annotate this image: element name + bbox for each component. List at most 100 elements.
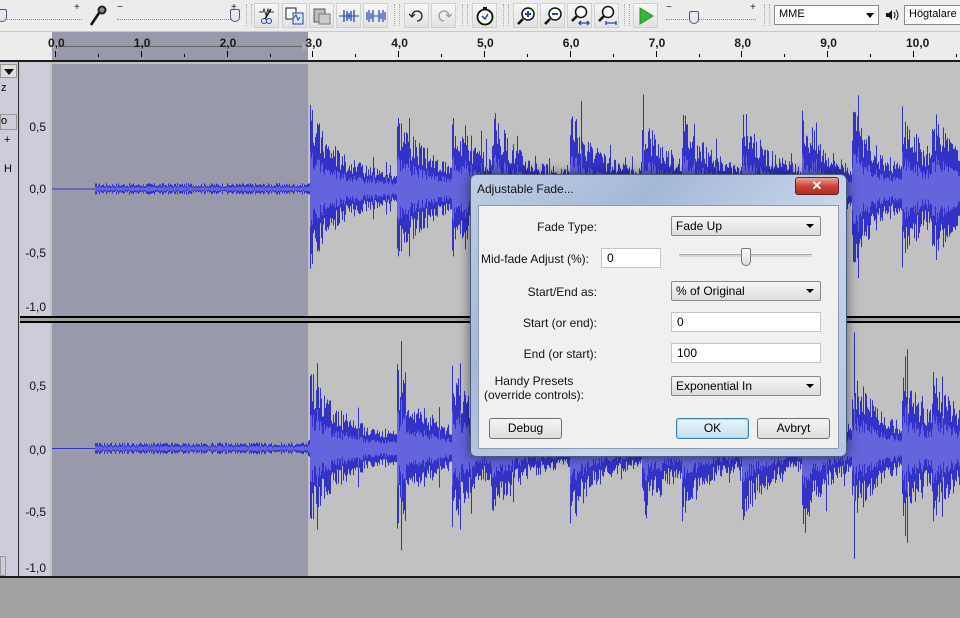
y-label: 0,0 xyxy=(29,443,46,457)
mid-fade-slider-thumb[interactable] xyxy=(740,248,751,266)
track-1-scale: 0,5 0,0 -0,5 -1,0 xyxy=(20,62,50,316)
mid-fade-label: Mid-fade Adjust (%): xyxy=(480,252,589,266)
output-device-select[interactable]: Högtalare xyxy=(904,5,960,25)
chevron-down-icon xyxy=(866,13,874,18)
redo-icon xyxy=(437,9,452,22)
audio-host-select[interactable]: MME xyxy=(774,5,879,25)
trim-button[interactable] xyxy=(336,3,361,28)
paste-button[interactable] xyxy=(309,3,334,28)
tracks-bottom-border xyxy=(0,576,960,578)
debug-button[interactable]: Debug xyxy=(489,418,562,439)
track-menu-button[interactable] xyxy=(0,64,17,78)
dialog-body: Fade Type: Fade Up Mid-fade Adjust (%): … xyxy=(478,205,839,449)
ruler-minor-tick xyxy=(441,54,443,57)
presets-label-line1: Handy Presets xyxy=(494,374,574,388)
y-label: 0,5 xyxy=(29,120,46,134)
toolbar: + − + − + MME Högtalare xyxy=(0,0,960,32)
track-resize-handle[interactable] xyxy=(0,556,6,576)
play-at-speed-button[interactable] xyxy=(633,3,658,28)
ruler-minor-tick xyxy=(698,54,700,57)
ruler-tick-label: 6,0 xyxy=(562,36,580,50)
ruler-major-tick xyxy=(55,51,56,57)
start-label: Start (or end): xyxy=(522,316,597,330)
fit-project-button[interactable] xyxy=(594,3,619,28)
track-control-panel[interactable]: z o + H xyxy=(0,62,19,578)
solo-label: o xyxy=(1,115,8,127)
sync-lock-button[interactable] xyxy=(472,3,497,28)
ruler-tick-label: 2,0 xyxy=(219,36,237,50)
start-end-label: Start/End as: xyxy=(527,285,597,299)
undo-icon xyxy=(408,9,423,22)
y-label: -1,0 xyxy=(25,561,46,575)
slider-minus-label: − xyxy=(117,2,123,13)
redo-button[interactable] xyxy=(431,3,456,28)
fade-type-value: Fade Up xyxy=(676,219,723,233)
slider-minus-label: − xyxy=(666,2,672,13)
undo-button[interactable] xyxy=(404,3,429,28)
selection-bar xyxy=(52,46,308,47)
silence-audio-icon xyxy=(365,9,386,22)
audio-host-value: MME xyxy=(779,8,805,20)
zoom-out-icon xyxy=(543,6,562,25)
chevron-down-icon xyxy=(806,384,814,388)
chevron-down-icon xyxy=(806,289,814,293)
start-value: 0 xyxy=(677,315,684,329)
mid-fade-input[interactable]: 0 xyxy=(601,248,661,268)
zoom-in-button[interactable] xyxy=(513,3,538,28)
track-rate-label: z xyxy=(1,82,7,94)
presets-label-line2: (override controls): xyxy=(483,388,585,402)
ruler-major-tick xyxy=(655,51,657,57)
close-button[interactable]: ✕ xyxy=(795,177,839,195)
cancel-button[interactable]: Avbryt xyxy=(757,418,830,439)
fit-selection-button[interactable] xyxy=(567,3,592,28)
start-end-value: % of Original xyxy=(676,284,745,298)
fit-project-icon xyxy=(597,5,617,25)
presets-select[interactable]: Exponential In xyxy=(671,376,821,396)
close-icon: ✕ xyxy=(811,178,823,193)
presets-value: Exponential In xyxy=(676,379,753,393)
ruler-tick-label: 3,0 xyxy=(305,36,323,50)
ruler-major-tick xyxy=(913,51,914,57)
ruler-minor-tick xyxy=(526,54,528,57)
solo-button[interactable]: o xyxy=(0,114,17,130)
stopwatch-icon xyxy=(476,6,493,25)
ruler-tick-label: 8,0 xyxy=(734,36,752,50)
silence-button[interactable] xyxy=(363,3,388,28)
ruler-major-tick xyxy=(827,51,829,57)
ruler-major-tick xyxy=(312,51,314,57)
ruler-tick-label: 1,0 xyxy=(133,36,151,50)
cut-button[interactable] xyxy=(254,3,279,28)
end-input[interactable]: 100 xyxy=(671,343,821,363)
gain-plus-label: + xyxy=(4,134,11,146)
y-label: 0,5 xyxy=(29,379,46,393)
ok-button[interactable]: OK xyxy=(676,418,749,439)
fade-type-select[interactable]: Fade Up xyxy=(671,216,821,236)
chevron-down-icon xyxy=(4,69,14,75)
chevron-down-icon xyxy=(806,224,814,228)
copy-button[interactable] xyxy=(282,3,307,28)
ruler-tick-label: 7,0 xyxy=(648,36,666,50)
fade-type-label: Fade Type: xyxy=(537,220,597,234)
mid-fade-value: 0 xyxy=(607,251,614,265)
play-icon xyxy=(639,6,654,25)
ruler-minor-tick xyxy=(355,54,357,57)
microphone-icon xyxy=(89,5,109,30)
speaker-icon xyxy=(885,9,899,24)
ruler-tick-label: 5,0 xyxy=(477,36,494,50)
trim-outside-icon xyxy=(338,9,359,22)
scissors-icon xyxy=(258,6,274,24)
ruler-major-tick xyxy=(398,51,400,57)
ruler-minor-tick xyxy=(612,54,614,57)
y-label: -0,5 xyxy=(25,246,46,260)
ruler-minor-tick xyxy=(955,54,957,57)
ruler-major-tick xyxy=(140,51,142,57)
start-input[interactable]: 0 xyxy=(671,312,821,332)
ruler-minor-tick xyxy=(870,54,872,57)
ruler-tick-label: 10,0 xyxy=(906,36,930,50)
ruler-major-tick xyxy=(484,51,485,57)
start-end-select[interactable]: % of Original xyxy=(671,281,821,301)
zoom-out-button[interactable] xyxy=(540,3,565,28)
y-label: -1,0 xyxy=(25,300,46,314)
slider-plus-label: + xyxy=(74,2,80,13)
ruler-tick-label: 0,0 xyxy=(48,36,65,50)
